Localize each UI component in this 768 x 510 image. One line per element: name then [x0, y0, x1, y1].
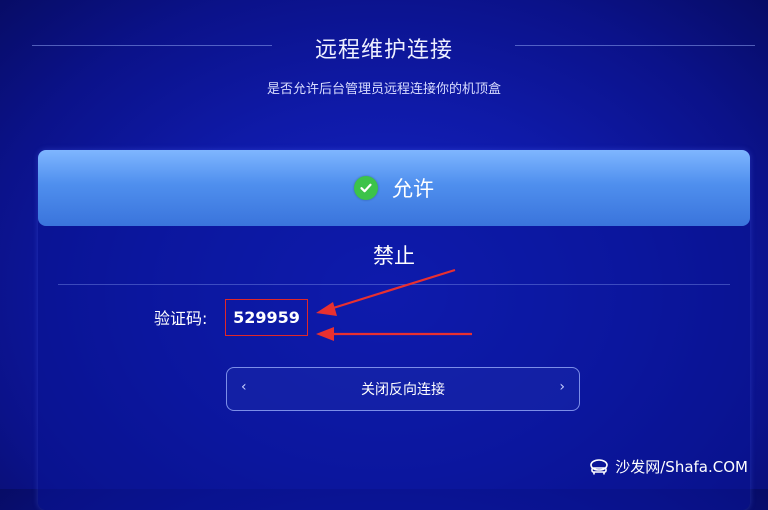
close-reverse-connection-label: 关闭反向连接: [361, 382, 445, 398]
chevron-left-icon: ‹: [241, 379, 247, 395]
watermark: 沙发网/Shafa.COM: [589, 456, 748, 477]
annotation-arrow-lower-head: [316, 327, 334, 341]
annotation-arrows: [316, 268, 472, 341]
annotation-arrow-upper-head: [316, 302, 337, 316]
close-reverse-connection-button[interactable]: ‹ 关闭反向连接 ›: [226, 367, 580, 411]
sofa-logo-icon: [590, 458, 609, 474]
annotation-arrow-upper: [329, 268, 456, 311]
chevron-right-icon: ›: [559, 379, 565, 395]
watermark-text: 沙发网/Shafa.COM: [615, 458, 748, 476]
